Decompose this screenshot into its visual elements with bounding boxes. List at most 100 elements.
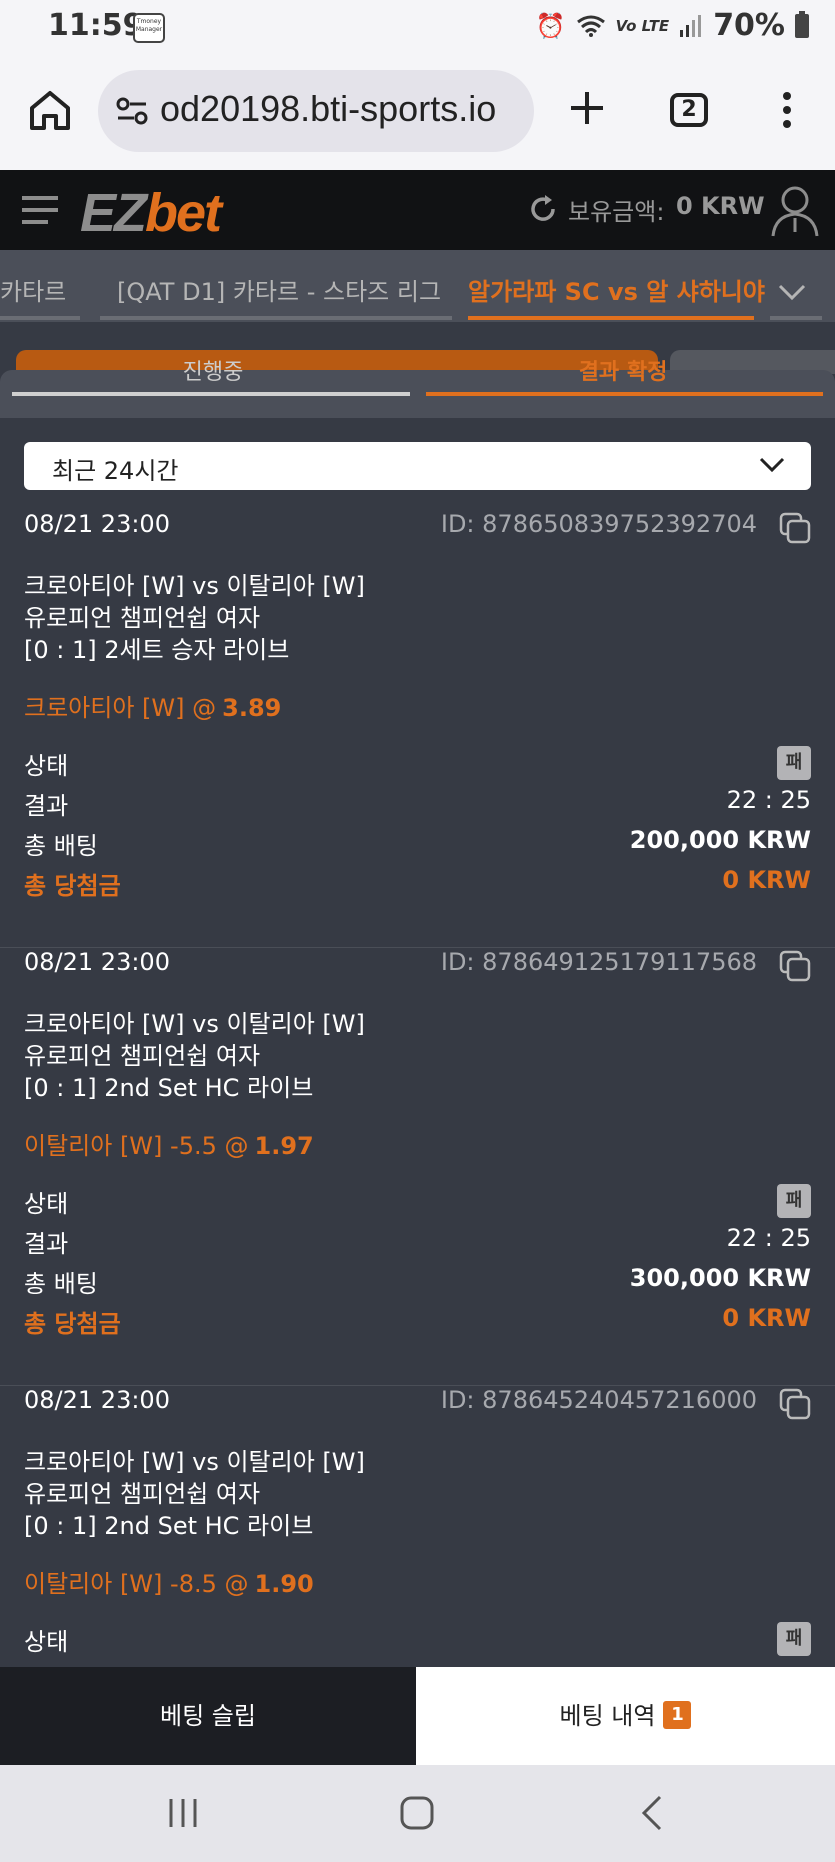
at-sign: @: [224, 1570, 249, 1598]
tab-settled[interactable]: 결과 확정: [418, 354, 828, 386]
bet-date: 08/21 23:00: [24, 510, 170, 538]
at-sign: @: [192, 694, 217, 722]
chevron-down-icon[interactable]: [772, 272, 812, 312]
browser-toolbar: od20198.bti-sports.io 2: [0, 52, 835, 170]
site-settings-icon[interactable]: [116, 96, 148, 126]
alarm-icon: ⏰: [535, 11, 566, 40]
bet-slip-label: 베팅 슬립: [160, 1702, 256, 1730]
bet-match: 크로아티아 [W] vs 이탈리아 [W]: [24, 1448, 365, 1476]
copy-icon[interactable]: [779, 950, 811, 982]
total-bet-value: 300,000 KRW: [629, 1264, 811, 1292]
bet-id: ID: 878650839752392704: [440, 510, 757, 538]
bet-card: 08/21 23:00 ID: 878649125179117568 크로아티아…: [0, 948, 835, 1386]
total-win-value: 0 KRW: [722, 1304, 811, 1332]
selection-odds: 1.97: [254, 1132, 314, 1160]
total-bet-value: 200,000 KRW: [629, 826, 811, 854]
copy-icon[interactable]: [779, 512, 811, 544]
status-label: 상태: [24, 1190, 69, 1218]
home-icon[interactable]: [28, 88, 72, 132]
battery-icon: [795, 10, 809, 38]
breadcrumb-more-underline: [770, 316, 822, 320]
result-value: 22 : 25: [726, 786, 811, 814]
back-icon[interactable]: [632, 1793, 672, 1833]
selection-name: 이탈리아 [W] -8.5: [24, 1570, 217, 1598]
result-label: 결과: [24, 1230, 69, 1258]
bet-match: 크로아티아 [W] vs 이탈리아 [W]: [24, 572, 365, 600]
refresh-icon[interactable]: [528, 194, 558, 224]
status-badge: 패: [777, 746, 811, 780]
breadcrumb-country-underline: [0, 316, 80, 320]
bottom-tabs: 베팅 슬립 베팅 내역 1: [0, 1667, 835, 1765]
selection-name: 이탈리아 [W] -5.5: [24, 1132, 217, 1160]
status-time: 11:59: [48, 8, 144, 43]
breadcrumb-country[interactable]: 카타르: [0, 272, 66, 307]
bet-id: ID: 878645240457216000: [440, 1386, 757, 1414]
bet-card: 08/21 23:00 ID: 878650839752392704 크로아티아…: [0, 510, 835, 948]
bet-league: 유로피언 챔피언쉽 여자: [24, 1480, 261, 1508]
at-sign: @: [224, 1132, 249, 1160]
url-text: od20198.bti-sports.io: [160, 88, 497, 129]
logo-bet: bet: [145, 183, 222, 243]
result-value: 22 : 25: [726, 1224, 811, 1252]
total-win-label: 총 당첨금: [24, 872, 121, 900]
bet-selection: 이탈리아 [W] -5.5 @1.97: [24, 1126, 314, 1161]
result-label: 결과: [24, 792, 69, 820]
user-icon[interactable]: [770, 184, 820, 238]
bet-history-label: 베팅 내역: [559, 1702, 656, 1730]
total-win-value: 0 KRW: [722, 866, 811, 894]
bet-league: 유로피언 챔피언쉽 여자: [24, 1042, 261, 1070]
breadcrumb-match-underline: [468, 316, 754, 320]
tab-in-progress-underline: [12, 392, 410, 396]
period-filter-value: 최근 24시간: [52, 457, 179, 485]
battery-percent: 70%: [713, 8, 785, 43]
total-bet-label: 총 배팅: [24, 1270, 98, 1298]
tab-in-progress[interactable]: 진행중: [8, 354, 418, 386]
new-tab-icon[interactable]: [567, 88, 607, 128]
bet-market: [0 : 1] 2nd Set HC 라이브: [24, 1074, 314, 1102]
system-icons: ⏰ Vo LTE 70%: [536, 8, 809, 43]
bet-league: 유로피언 챔피언쉽 여자: [24, 604, 261, 632]
total-win-label: 총 당첨금: [24, 1310, 121, 1338]
status-badge: 패: [777, 1184, 811, 1218]
status-label: 상태: [24, 752, 69, 780]
selection-odds: 3.89: [222, 694, 282, 722]
logo-ez: EZ: [80, 183, 147, 243]
breadcrumb-tabs: 카타르 [QAT D1] 카타르 - 스타즈 리그 알가라파 SC vs 알 샤…: [0, 250, 835, 322]
bet-selection: 크로아티아 [W] @3.89: [24, 688, 281, 723]
bet-match: 크로아티아 [W] vs 이탈리아 [W]: [24, 1010, 365, 1038]
breadcrumb-league-underline: [100, 316, 452, 320]
total-bet-label: 총 배팅: [24, 832, 98, 860]
bet-history-count-badge: 1: [663, 1701, 692, 1729]
balance-value: 0 KRW: [676, 192, 765, 220]
breadcrumb-league[interactable]: [QAT D1] 카타르 - 스타즈 리그: [117, 272, 441, 307]
address-bar[interactable]: od20198.bti-sports.io: [98, 70, 534, 152]
bet-card: 08/21 23:00 ID: 878645240457216000 크로아티아…: [0, 1386, 835, 1667]
bet-slip-tab[interactable]: 베팅 슬립: [0, 1667, 416, 1765]
copy-icon[interactable]: [779, 1388, 811, 1420]
ezbet-logo[interactable]: EZbet: [80, 182, 222, 244]
bet-market: [0 : 1] 2nd Set HC 라이브: [24, 1512, 314, 1540]
bet-selection: 이탈리아 [W] -8.5 @1.90: [24, 1564, 314, 1599]
bet-market: [0 : 1] 2세트 승자 라이브: [24, 636, 290, 664]
tab-switcher-button[interactable]: 2: [670, 93, 708, 127]
hamburger-menu-icon[interactable]: [20, 194, 60, 226]
bet-history-tab[interactable]: 베팅 내역 1: [416, 1667, 835, 1765]
bet-date: 08/21 23:00: [24, 1386, 170, 1414]
home-button-icon[interactable]: [397, 1793, 437, 1833]
period-filter-select[interactable]: 최근 24시간: [24, 442, 811, 490]
status-badge: 패: [777, 1622, 811, 1656]
selection-odds: 1.90: [254, 1570, 314, 1598]
breadcrumb-match[interactable]: 알가라파 SC vs 알 샤하니야: [468, 272, 765, 307]
recent-apps-icon[interactable]: [163, 1793, 203, 1833]
tab-settled-underline: [426, 392, 823, 396]
tmoney-notification-icon: Tmoney Manager: [133, 13, 165, 43]
bet-status-tabs: 진행중 결과 확정: [0, 322, 835, 418]
bet-date: 08/21 23:00: [24, 948, 170, 976]
app-header: EZbet 보유금액: 0 KRW: [0, 170, 835, 250]
status-bar: 11:59 Tmoney Manager ⏰ Vo LTE 70%: [0, 0, 835, 52]
selection-name: 크로아티아 [W]: [24, 694, 185, 722]
bet-id: ID: 878649125179117568: [440, 948, 757, 976]
wifi-icon: [576, 15, 605, 37]
system-nav-bar: [0, 1765, 835, 1862]
more-menu-icon[interactable]: [782, 92, 792, 128]
